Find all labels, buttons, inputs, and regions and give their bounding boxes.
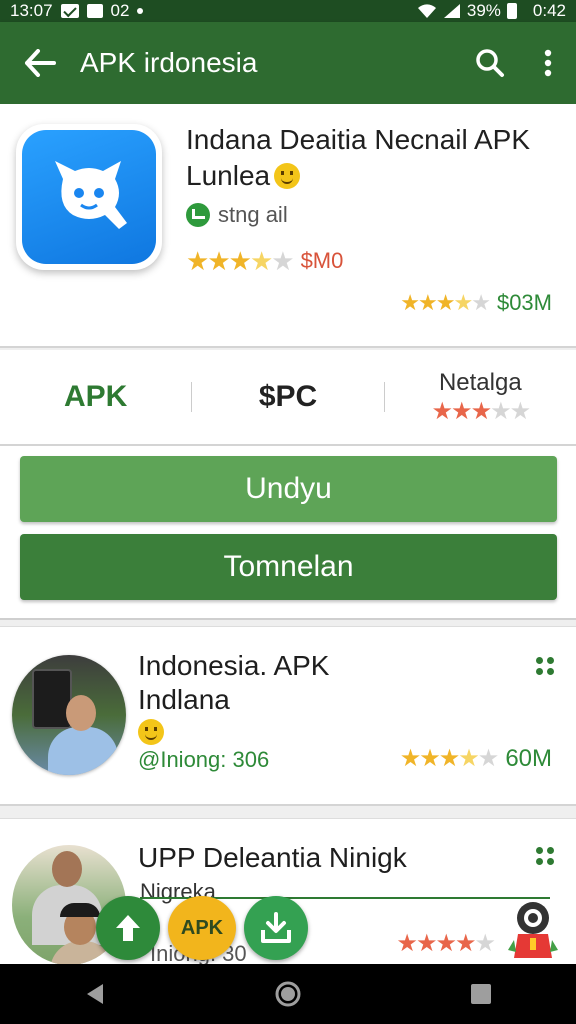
arrow-back-icon — [25, 49, 56, 77]
star-icon: ★ — [186, 246, 209, 276]
tab-rating-stars: ★★★★★ — [431, 398, 532, 425]
notification-icon — [86, 4, 103, 18]
system-nav-bar — [0, 964, 576, 1024]
tab-rating[interactable]: Netalga ★★★★★ — [385, 349, 576, 445]
star-icon: ★ — [435, 930, 456, 957]
star-icon: ★ — [471, 290, 491, 315]
search-icon — [476, 49, 504, 77]
screen: 13:07 02 39% 0:42 APK irdonesia Indana D… — [0, 0, 576, 1024]
upload-button[interactable] — [96, 896, 160, 960]
star-icon: ★ — [451, 398, 472, 425]
star-icon: ★ — [399, 745, 421, 772]
status-time-right: 0:42 — [532, 1, 566, 20]
app-bar: APK irdonesia — [0, 22, 576, 104]
app-grid-icon[interactable] — [536, 657, 554, 675]
list-item-meta: @Iniong: 306 — [138, 747, 270, 772]
star-icon: ★ — [418, 290, 438, 315]
star-icon: ★ — [509, 398, 531, 425]
star-icon: ★ — [271, 246, 294, 276]
list-item-title: UPP Deleantia Ninigk — [138, 842, 407, 873]
search-button[interactable] — [460, 22, 520, 104]
nav-back-icon[interactable] — [83, 982, 107, 1006]
star-icon: ★ — [474, 930, 495, 957]
star-icon: ★ — [435, 290, 456, 315]
tab-strip: APK $PC Netalga ★★★★★ — [0, 350, 576, 446]
status-battery-percent: 39% — [466, 1, 501, 20]
wifi-icon — [417, 4, 436, 18]
star-icon: ★ — [228, 246, 252, 276]
developer-name: stng ail — [218, 202, 288, 227]
list-item[interactable]: Indonesia. APK Indlana @Iniong: 306 ★★★★… — [0, 626, 576, 806]
star-icon: ★ — [477, 745, 499, 772]
app-grid-icon[interactable] — [536, 847, 554, 865]
more-vert-icon — [544, 49, 552, 77]
list-item-title: Indonesia. APK Indlana — [138, 650, 330, 715]
tab-pc[interactable]: $PC — [192, 349, 383, 445]
list-item-stars: ★★★★★ — [396, 930, 496, 957]
app-name-text: Indana Deaitia Necnail APK Lunlea — [186, 124, 530, 191]
app-logo-icon — [55, 161, 127, 229]
star-icon: ★ — [431, 398, 453, 425]
tab-rating-label: Netalga — [438, 369, 522, 396]
avatar — [12, 655, 126, 775]
status-time-left: 13:07 — [10, 1, 53, 20]
star-icon: ★ — [454, 930, 476, 957]
verified-icon — [186, 203, 210, 227]
star-icon: ★ — [458, 745, 479, 772]
rating-stars-secondary: ★★★★★ — [400, 290, 491, 316]
list-item-size: 60M — [505, 745, 552, 772]
status-bar: 13:07 02 39% 0:42 — [0, 0, 576, 22]
app-header-card: Indana Deaitia Necnail APK Lunlea stng a… — [0, 104, 576, 348]
star-icon: ★ — [490, 398, 511, 425]
nav-home-icon[interactable] — [274, 980, 302, 1008]
star-icon: ★ — [400, 290, 420, 315]
mail-notification-icon — [60, 4, 79, 18]
back-button[interactable] — [0, 22, 80, 104]
developer-row[interactable]: stng ail — [186, 202, 288, 228]
list-item-rating: ★★★★★ — [396, 930, 496, 957]
price-secondary: $03M — [496, 290, 552, 315]
star-icon: ★ — [249, 246, 273, 276]
rating-stars: ★★★★★ — [186, 246, 295, 276]
star-icon: ★ — [470, 398, 492, 425]
download-button[interactable]: Undyu — [20, 456, 557, 522]
battery-icon — [506, 3, 517, 19]
app-icon — [16, 124, 162, 270]
notification-dot-icon — [137, 8, 144, 14]
star-icon: ★ — [415, 930, 437, 957]
download-fab-button[interactable] — [244, 896, 308, 960]
app-name: Indana Deaitia Necnail APK Lunlea — [186, 122, 566, 194]
star-icon: ★ — [396, 930, 417, 957]
fab-row: APK — [96, 896, 308, 960]
action-buttons: Undyu Tomnelan — [0, 446, 576, 620]
list-item-stars: ★★★★★ — [399, 745, 500, 772]
star-icon: ★ — [419, 745, 440, 772]
robot-mascot-icon[interactable] — [508, 900, 558, 964]
arrow-up-icon — [116, 915, 140, 941]
overflow-menu-button[interactable] — [520, 22, 576, 104]
tab-apk[interactable]: APK — [0, 349, 191, 445]
download-tray-icon — [261, 912, 291, 943]
star-icon: ★ — [207, 246, 230, 276]
status-notif-count: 02 — [110, 1, 130, 20]
app-rating-row: ★★★★★ $M0 — [186, 248, 343, 274]
star-icon: ★ — [438, 745, 460, 772]
price-primary: $M0 — [300, 248, 344, 273]
app-rating-row-secondary: ★★★★★ $03M — [400, 290, 552, 316]
smile-emoji-icon — [138, 719, 164, 745]
list-item-rating: ★★★★★ 60M — [400, 745, 552, 773]
apk-button[interactable]: APK — [168, 896, 236, 960]
star-icon: ★ — [453, 290, 473, 315]
secondary-button[interactable]: Tomnelan — [20, 534, 557, 600]
smile-emoji-icon — [274, 163, 301, 189]
signal-icon — [443, 4, 460, 18]
nav-recents-icon[interactable] — [469, 982, 493, 1006]
app-bar-title: APK irdonesia — [80, 47, 258, 78]
